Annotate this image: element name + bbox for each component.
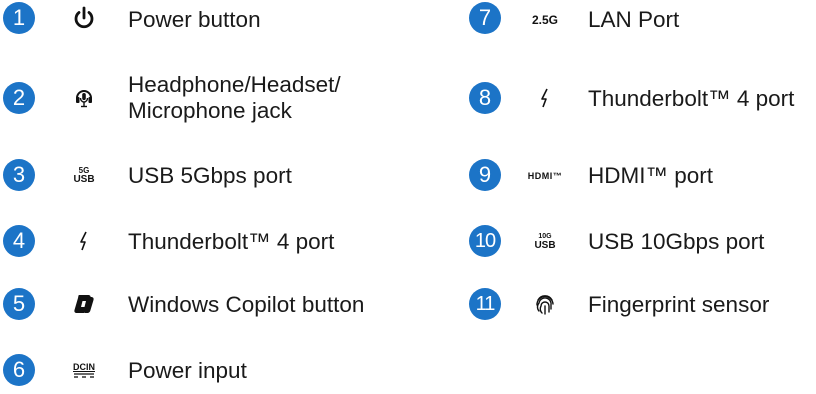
legend-label: USB 5Gbps port <box>128 163 292 188</box>
legend-label: Power input <box>128 358 247 383</box>
lan-2-5g-icon: 2.5G <box>516 2 574 34</box>
number-badge: 1 <box>3 2 35 34</box>
legend-item-7: 7 2.5G LAN Port <box>466 2 816 42</box>
fingerprint-icon <box>516 288 574 320</box>
legend-item-1: 1 Power button <box>0 2 420 42</box>
legend-label-line-1: Headphone/Headset/ <box>128 72 341 97</box>
legend-item-11: 11 Fingerprint sensor <box>466 288 816 328</box>
hdmi-text: HDMI™ <box>527 171 563 181</box>
legend-label: LAN Port <box>588 7 680 32</box>
number-badge: 2 <box>3 82 35 114</box>
legend-label: Windows Copilot button <box>128 292 365 317</box>
legend-label: Thunderbolt™ 4 port <box>588 86 795 111</box>
lan-speed-text: 2.5G <box>531 13 558 27</box>
number-badge: 8 <box>469 82 501 114</box>
usb-10g-icon: 10G USB <box>516 225 574 257</box>
legend-label: USB 10Gbps port <box>588 229 765 254</box>
legend-item-5: 5 Windows Copilot button <box>0 288 420 328</box>
legend-label: Power button <box>128 7 261 32</box>
dcin-text: DCIN <box>73 361 95 372</box>
headset-icon <box>64 82 104 114</box>
usb-text: USB <box>534 240 556 251</box>
thunderbolt-icon <box>64 225 104 257</box>
legend-item-3: 3 5G USB USB 5Gbps port <box>0 159 420 199</box>
number-badge: 7 <box>469 2 501 34</box>
legend-item-9: 9 HDMI™ HDMI™ port <box>466 159 816 199</box>
legend-item-2: 2 Headphone/Headset/ Microphone jack <box>0 72 420 123</box>
number-badge: 5 <box>3 288 35 320</box>
legend-label: Thunderbolt™ 4 port <box>128 229 335 254</box>
legend-label-line-2: Microphone jack <box>128 98 292 123</box>
thunderbolt-icon <box>516 82 574 114</box>
legend-item-6: 6 DCIN Power input <box>0 354 420 394</box>
usb-text: USB <box>73 174 95 185</box>
usb-5g-icon: 5G USB <box>64 159 104 191</box>
legend-item-4: 4 Thunderbolt™ 4 port <box>0 225 420 265</box>
legend-item-8: 8 Thunderbolt™ 4 port <box>466 82 816 122</box>
dcin-icon: DCIN <box>64 354 104 386</box>
hdmi-icon: HDMI™ <box>516 159 574 191</box>
legend-label: Headphone/Headset/ Microphone jack <box>128 72 341 124</box>
number-badge: 9 <box>469 159 501 191</box>
copilot-icon <box>64 288 104 320</box>
number-badge: 6 <box>3 354 35 386</box>
power-icon <box>64 2 104 34</box>
legend-item-10: 10 10G USB USB 10Gbps port <box>466 225 816 265</box>
legend-label: HDMI™ port <box>588 163 714 188</box>
number-badge: 3 <box>3 159 35 191</box>
number-badge: 4 <box>3 225 35 257</box>
number-badge: 10 <box>469 225 501 257</box>
legend-label: Fingerprint sensor <box>588 292 770 317</box>
number-badge: 11 <box>469 288 501 320</box>
